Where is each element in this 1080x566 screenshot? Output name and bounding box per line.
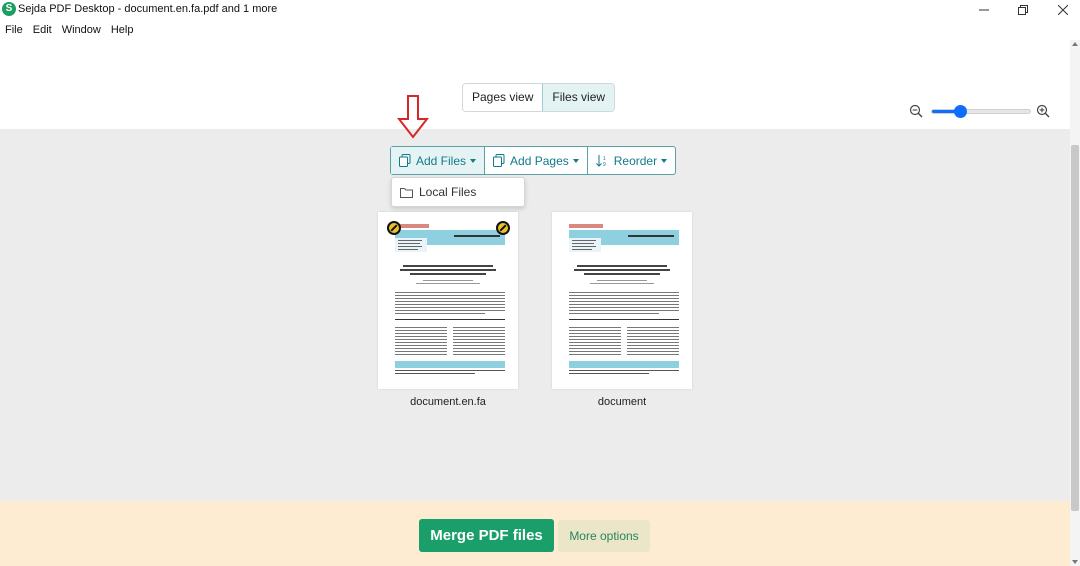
restore-icon <box>1018 5 1028 15</box>
file-card[interactable]: document.en.fa <box>378 212 518 408</box>
zoom-in-icon[interactable] <box>1036 104 1050 118</box>
close-icon <box>1058 5 1068 15</box>
file-name: document.en.fa <box>410 396 486 408</box>
pdf-page-preview <box>395 224 505 374</box>
add-files-dropdown: Local Files <box>391 177 525 207</box>
add-pages-label: Add Pages <box>510 153 569 168</box>
menu-help[interactable]: Help <box>111 24 134 36</box>
view-toggle: Pages view Files view <box>462 83 616 112</box>
folder-icon <box>400 187 413 198</box>
zoom-slider-handle[interactable] <box>953 105 967 118</box>
sort-icon: 19 <box>595 155 606 167</box>
scroll-down-icon[interactable] <box>1072 560 1078 564</box>
file-card[interactable]: document <box>552 212 692 408</box>
blocked-icon <box>496 221 510 235</box>
minimize-button[interactable] <box>964 0 1004 20</box>
title-bar: S Sejda PDF Desktop - document.en.fa.pdf… <box>0 0 1080 20</box>
chevron-down-icon <box>572 158 579 163</box>
chevron-down-icon <box>661 158 668 163</box>
menu-file[interactable]: File <box>5 24 23 36</box>
merge-pdf-button[interactable]: Merge PDF files <box>419 519 554 552</box>
scroll-thumb[interactable] <box>1071 145 1079 511</box>
scroll-up-icon[interactable] <box>1072 42 1078 46</box>
minimize-icon <box>979 9 989 11</box>
restore-button[interactable] <box>1003 0 1043 20</box>
add-files-label: Add Files <box>416 153 467 168</box>
more-options-button[interactable]: More options <box>558 520 650 552</box>
reorder-label: Reorder <box>613 153 658 168</box>
reorder-button[interactable]: 19 Reorder <box>588 147 675 174</box>
add-pages-button[interactable]: Add Pages <box>485 147 588 174</box>
pdf-thumbnail[interactable] <box>552 212 692 389</box>
vertical-scrollbar[interactable] <box>1070 40 1080 566</box>
menu-window[interactable]: Window <box>62 24 101 36</box>
add-files-button[interactable]: Add Files <box>391 147 486 174</box>
file-name: document <box>597 396 647 408</box>
zoom-slider[interactable] <box>931 105 1031 118</box>
window-title: Sejda PDF Desktop - document.en.fa.pdf a… <box>18 3 278 15</box>
pages-view-button[interactable]: Pages view <box>463 84 543 111</box>
menu-bar: File Edit Window Help <box>0 20 1080 40</box>
pdf-page-preview <box>569 224 679 374</box>
pdf-thumbnail[interactable] <box>378 212 518 389</box>
arrow-down-icon <box>397 95 429 139</box>
files-view-button[interactable]: Files view <box>542 84 615 111</box>
copy-icon <box>493 154 505 167</box>
local-files-item[interactable]: Local Files <box>419 185 476 199</box>
copy-icon <box>399 154 411 167</box>
menu-edit[interactable]: Edit <box>33 24 52 36</box>
close-button[interactable] <box>1043 0 1080 20</box>
zoom-out-icon[interactable] <box>909 104 923 118</box>
blocked-icon <box>387 221 401 235</box>
chevron-down-icon <box>470 158 477 163</box>
file-toolbar: Add Files Add Pages 19 Reorder <box>390 146 677 175</box>
app-logo: S <box>2 2 16 16</box>
files-workarea <box>0 129 1070 501</box>
zoom-control <box>909 102 1054 120</box>
svg-text:9: 9 <box>603 162 606 167</box>
